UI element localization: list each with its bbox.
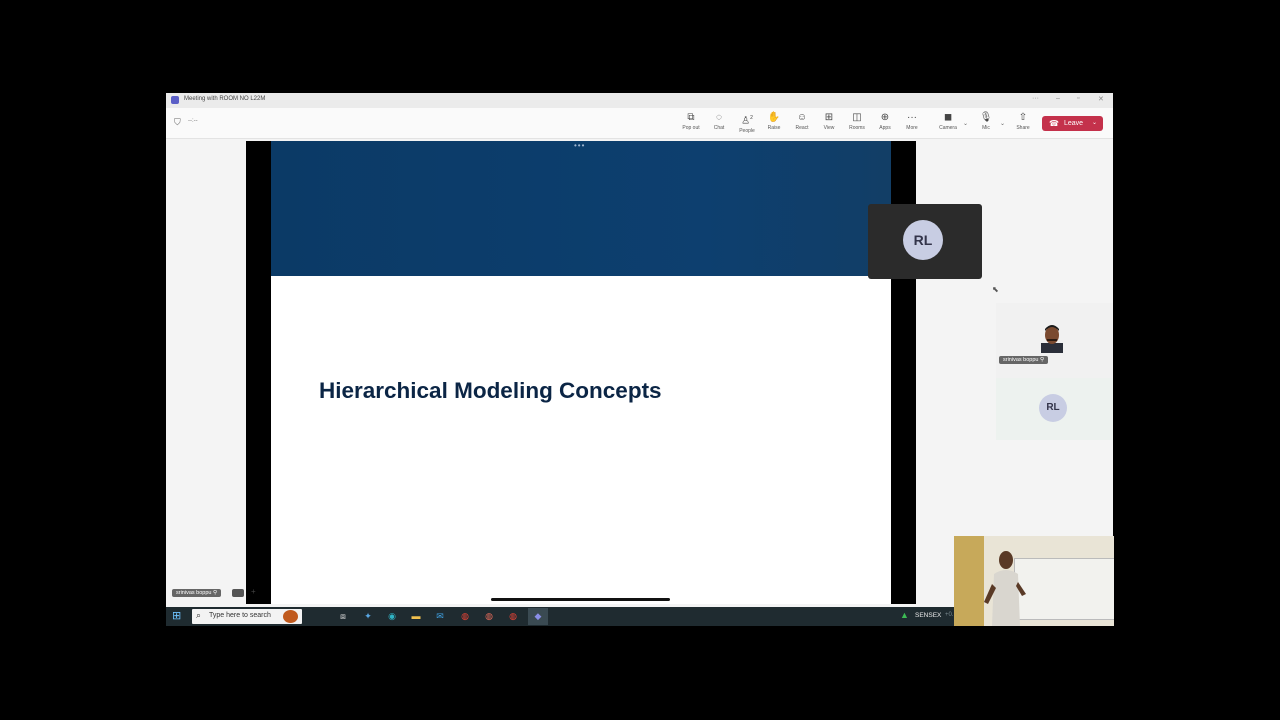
slide-more-dots[interactable]: ••• xyxy=(574,141,585,150)
mic-muted-icon: ⚲ xyxy=(213,590,218,596)
slide-header-band: ••• xyxy=(271,141,891,276)
more-icon: ··· xyxy=(907,112,917,123)
meeting-toolbar: ⛉ --:-- ⧉ Pop out ◌ Chat ♙2 People ✋ Rai… xyxy=(166,108,1113,139)
leave-chevron-icon[interactable]: ⌄ xyxy=(1092,116,1097,131)
rooms-button[interactable]: ◫ Rooms xyxy=(843,112,871,132)
copilot-icon[interactable]: ✦ xyxy=(359,609,377,624)
title-bar: Meeting with ROOM NO L22M ··· – ▫ ✕ xyxy=(166,93,1113,108)
chrome-window-icon[interactable]: ◍ xyxy=(504,609,522,624)
leave-button[interactable]: ☎ Leave ⌄ xyxy=(1042,116,1103,131)
react-button[interactable]: ☺ React xyxy=(788,112,816,132)
more-options-icon[interactable]: ··· xyxy=(1032,95,1039,102)
share-button[interactable]: ⇧ Share xyxy=(1009,112,1037,132)
stock-up-icon: ▲ xyxy=(900,610,909,620)
slide-title: Hierarchical Modeling Concepts xyxy=(319,378,662,403)
wall-panel xyxy=(954,536,984,626)
mic-options-chevron-icon[interactable]: ⌄ xyxy=(1000,120,1005,127)
presentation-slide: ••• Hierarchical Modeling Concepts xyxy=(271,141,891,604)
view-button[interactable]: ⊞ View xyxy=(815,112,843,132)
sensex-value: +0. xyxy=(945,612,954,618)
mail-icon[interactable]: ✉ xyxy=(431,609,449,624)
participant-photo xyxy=(1041,325,1063,353)
search-placeholder: Type here to search xyxy=(209,612,271,619)
self-name-label: srinivas boppu ⚲ xyxy=(172,589,222,597)
participant-tile-rl[interactable]: RL xyxy=(868,204,982,279)
apps-icon: ⊕ xyxy=(880,112,890,123)
chat-icon: ◌ xyxy=(716,112,722,123)
task-view-icon[interactable]: ⧈ xyxy=(334,609,352,624)
shield-icon: ⛉ xyxy=(174,117,181,127)
whiteboard xyxy=(1014,558,1114,620)
apps-button[interactable]: ⊕ Apps xyxy=(871,112,899,132)
teams-icon xyxy=(171,96,179,104)
avatar: RL xyxy=(903,220,943,260)
more-button[interactable]: ··· More xyxy=(898,112,926,132)
search-highlight-icon[interactable] xyxy=(283,610,298,623)
window-title: Meeting with ROOM NO L22M xyxy=(184,96,266,102)
participant-tile-srinivas[interactable]: srinivas boppu ⚲ xyxy=(996,303,1113,378)
sensex-ticker[interactable]: SENSEX xyxy=(915,612,941,619)
chat-button[interactable]: ◌ Chat xyxy=(705,112,733,132)
meeting-timer: --:-- xyxy=(188,118,198,124)
video-toggle-pill[interactable] xyxy=(232,589,244,597)
view-icon: ⊞ xyxy=(824,112,834,123)
file-explorer-icon[interactable]: ▬ xyxy=(407,609,425,624)
windows-start-icon[interactable]: ⊞ xyxy=(172,611,181,622)
pop-out-button[interactable]: ⧉ Pop out xyxy=(677,112,705,132)
minimize-button[interactable]: – xyxy=(1056,95,1060,102)
people-icon: ♙2 xyxy=(741,115,753,127)
share-icon: ⇧ xyxy=(1018,112,1028,123)
raise-hand-button[interactable]: ✋ Raise xyxy=(760,112,788,132)
phone-hangup-icon: ☎ xyxy=(1049,119,1059,128)
classroom-camera-feed xyxy=(954,536,1114,626)
taskbar-search-box[interactable]: ⌕ Type here to search xyxy=(192,609,302,624)
camera-off-icon: ◼ xyxy=(943,112,953,123)
rooms-icon: ◫ xyxy=(852,112,862,123)
maximize-button[interactable]: ▫ xyxy=(1077,95,1079,102)
mouse-cursor-icon: ⬉ xyxy=(992,285,999,294)
lecturer-figure xyxy=(984,551,1026,626)
add-icon[interactable]: + xyxy=(251,587,256,596)
pop-out-icon: ⧉ xyxy=(687,112,695,123)
camera-options-chevron-icon[interactable]: ⌄ xyxy=(963,120,968,127)
edge-icon[interactable]: ◉ xyxy=(383,609,401,624)
slide-scrollbar[interactable] xyxy=(491,598,670,601)
participant-name-label: srinivas boppu ⚲ xyxy=(999,356,1049,364)
avatar: RL xyxy=(1039,394,1067,422)
shared-screen-stage: ••• Hierarchical Modeling Concepts RL xyxy=(246,141,982,604)
search-icon: ⌕ xyxy=(196,610,202,620)
react-icon: ☺ xyxy=(796,112,808,123)
mic-icon: 🎙︎ xyxy=(979,112,993,123)
teams-taskbar-icon: ◆ xyxy=(534,611,542,621)
raise-hand-icon: ✋ xyxy=(767,112,781,123)
camera-button[interactable]: ◼ Camera xyxy=(934,112,962,132)
close-button[interactable]: ✕ xyxy=(1098,95,1104,103)
participant-tile-rl-side[interactable]: RL xyxy=(996,378,1113,440)
chrome-icon[interactable]: ◍ xyxy=(456,609,474,624)
mic-button[interactable]: 🎙︎ Mic xyxy=(972,112,1000,132)
people-button[interactable]: ♙2 People xyxy=(733,112,761,135)
people-count: 2 xyxy=(750,115,753,121)
chrome-profile-icon[interactable]: ◍ xyxy=(480,609,498,624)
mic-muted-icon: ⚲ xyxy=(1040,357,1045,363)
teams-taskbar-button[interactable]: ◆ xyxy=(528,608,548,625)
